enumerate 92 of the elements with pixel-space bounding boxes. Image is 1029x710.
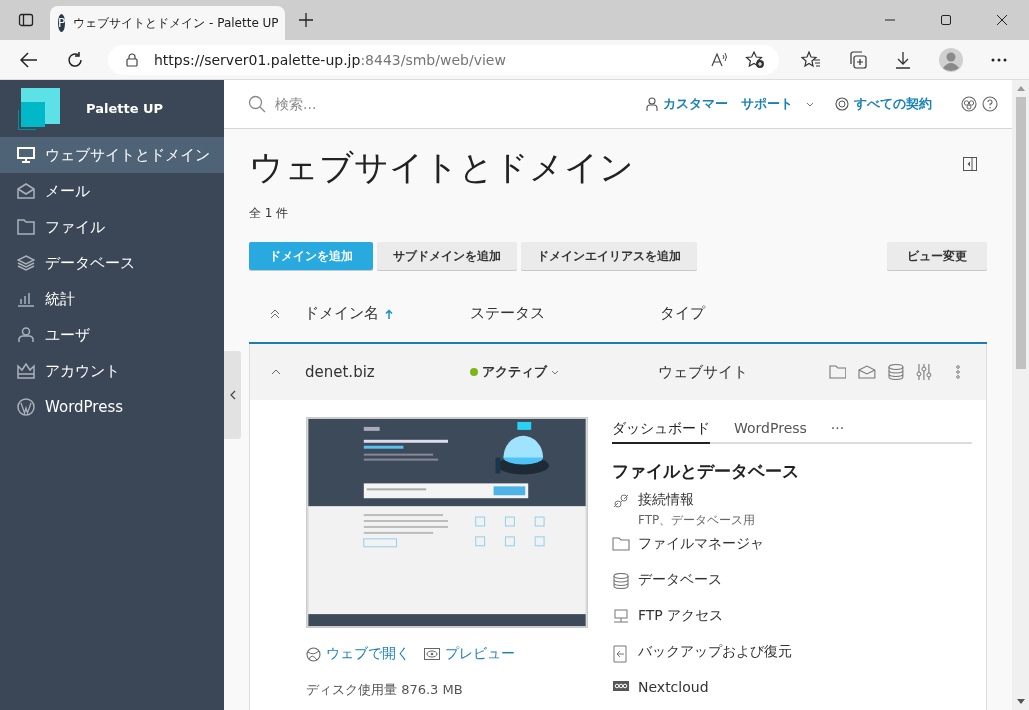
column-header[interactable]: タイプ bbox=[660, 304, 820, 323]
brand-name: Palette UP bbox=[86, 101, 164, 116]
browser-tab[interactable]: P ウェブサイトとドメイン - Palette UP bbox=[50, 6, 285, 40]
tool-link[interactable]: バックアップおよび復元 bbox=[638, 643, 792, 661]
favicon: P bbox=[58, 14, 66, 32]
nextcloud-icon bbox=[612, 681, 630, 691]
logo-icon bbox=[18, 87, 60, 130]
crown-icon bbox=[17, 363, 35, 379]
collections-icon[interactable] bbox=[849, 50, 867, 69]
sidebar-item[interactable]: WordPress bbox=[0, 389, 224, 425]
tab[interactable]: ··· bbox=[830, 417, 845, 444]
view-change-button[interactable]: ビュー変更 bbox=[887, 242, 987, 270]
add-button[interactable]: ドメインエイリアスを追加 bbox=[521, 242, 697, 270]
restore-icon bbox=[612, 645, 630, 663]
page-title: ウェブサイトとドメイン bbox=[249, 146, 634, 189]
subscriptions-link[interactable]: すべての契約 bbox=[854, 95, 932, 113]
globe-icon bbox=[306, 646, 321, 662]
folder-icon bbox=[17, 219, 35, 235]
sliders-icon[interactable] bbox=[916, 364, 933, 380]
sidebar-item[interactable]: メール bbox=[0, 173, 224, 209]
tab-actions-icon[interactable] bbox=[18, 12, 34, 28]
maximize-icon[interactable] bbox=[941, 15, 951, 25]
ftp-monitor-icon bbox=[612, 609, 630, 625]
sidebar-item[interactable]: ユーザ bbox=[0, 317, 224, 353]
sidebar-item[interactable]: データベース bbox=[0, 245, 224, 281]
profile-avatar-icon[interactable] bbox=[939, 47, 963, 72]
sidebar-collapse-handle[interactable] bbox=[224, 351, 241, 439]
column-header[interactable]: ステータス bbox=[470, 304, 660, 323]
chevron-icon[interactable] bbox=[271, 369, 281, 375]
user-icon bbox=[646, 97, 658, 111]
mail-icon[interactable] bbox=[858, 365, 877, 379]
close-icon[interactable] bbox=[997, 15, 1007, 25]
disk-usage: ディスク使用量 876.3 MB bbox=[306, 681, 464, 699]
user-icon bbox=[17, 327, 35, 343]
item-count: 全 1 件 bbox=[249, 205, 290, 222]
back-icon[interactable] bbox=[20, 51, 38, 68]
plug-icon bbox=[612, 493, 630, 509]
search-icon bbox=[248, 95, 266, 113]
bar-chart-icon bbox=[17, 291, 35, 307]
sidebar-item[interactable]: ウェブサイトとドメイン bbox=[0, 137, 224, 173]
domain-name[interactable]: denet.biz bbox=[305, 363, 470, 381]
preview-link[interactable]: プレビュー bbox=[424, 645, 515, 663]
status-menu[interactable]: アクティブ bbox=[469, 363, 658, 381]
favorites-icon[interactable] bbox=[801, 50, 821, 69]
tool-link[interactable]: データベース bbox=[638, 571, 722, 589]
address-field[interactable]: https://server01.palette-up.jp:8443/smb/web/view bbox=[108, 44, 779, 75]
section-title: ファイルとデータベース bbox=[612, 460, 800, 483]
wordpress-icon bbox=[17, 398, 35, 416]
tab[interactable]: WordPress bbox=[734, 417, 807, 444]
more-icon[interactable] bbox=[991, 57, 1007, 62]
caret-icon bbox=[806, 101, 814, 107]
layers-icon bbox=[17, 255, 35, 271]
sidebar-item[interactable]: 統計 bbox=[0, 281, 224, 317]
caret-icon bbox=[550, 369, 559, 375]
collapse-all-icon[interactable] bbox=[270, 308, 280, 319]
read-aloud-icon[interactable] bbox=[711, 51, 729, 68]
scroll-down-icon[interactable] bbox=[1016, 699, 1025, 704]
refresh-icon[interactable] bbox=[66, 50, 84, 69]
lock-icon bbox=[126, 52, 138, 67]
open-web-link[interactable]: ウェブで開く bbox=[306, 645, 410, 663]
database-icon bbox=[612, 573, 630, 589]
tool-link[interactable]: 接続情報 bbox=[638, 491, 756, 509]
new-tab-icon[interactable] bbox=[299, 13, 313, 27]
mail-icon bbox=[17, 183, 35, 199]
help-icon[interactable] bbox=[982, 96, 998, 112]
support-menu[interactable]: サポート bbox=[741, 95, 793, 113]
folder-icon[interactable] bbox=[828, 365, 847, 379]
url-text: https://server01.palette-up.jp:8443/smb/web/view bbox=[154, 51, 506, 68]
tab-title: ウェブサイトとドメイン - Palette UP bbox=[73, 14, 279, 32]
customer-link[interactable]: カスタマー bbox=[663, 95, 728, 113]
tool-link[interactable]: FTP アクセス bbox=[638, 607, 724, 625]
table-row[interactable]: denet.biz アクティブ ウェブサイト bbox=[250, 344, 986, 400]
extensions-icon[interactable] bbox=[961, 96, 977, 112]
tool-description: FTP、データベース用 bbox=[638, 512, 756, 529]
star-add-icon[interactable] bbox=[745, 50, 765, 69]
panel-toggle-icon[interactable] bbox=[963, 157, 977, 171]
eye-icon bbox=[424, 648, 440, 660]
column-header[interactable]: ドメイン名 bbox=[304, 304, 470, 323]
tool-link[interactable]: Nextcloud bbox=[638, 679, 709, 695]
scrollbar[interactable] bbox=[1012, 80, 1029, 710]
sidebar-item[interactable]: アカウント bbox=[0, 353, 224, 389]
tab[interactable]: ダッシュボード bbox=[612, 417, 710, 444]
add-button[interactable]: サブドメインを追加 bbox=[377, 242, 517, 270]
globe-icon bbox=[835, 97, 849, 111]
search-field[interactable]: 検索... bbox=[273, 95, 477, 113]
domain-type: ウェブサイト bbox=[658, 362, 749, 382]
sidebar-item[interactable]: ファイル bbox=[0, 209, 224, 245]
folder-icon bbox=[612, 537, 630, 551]
download-icon[interactable] bbox=[895, 50, 911, 69]
tool-link[interactable]: ファイルマネージャ bbox=[638, 535, 764, 553]
monitor-icon bbox=[17, 147, 35, 163]
database-icon[interactable] bbox=[888, 364, 905, 380]
